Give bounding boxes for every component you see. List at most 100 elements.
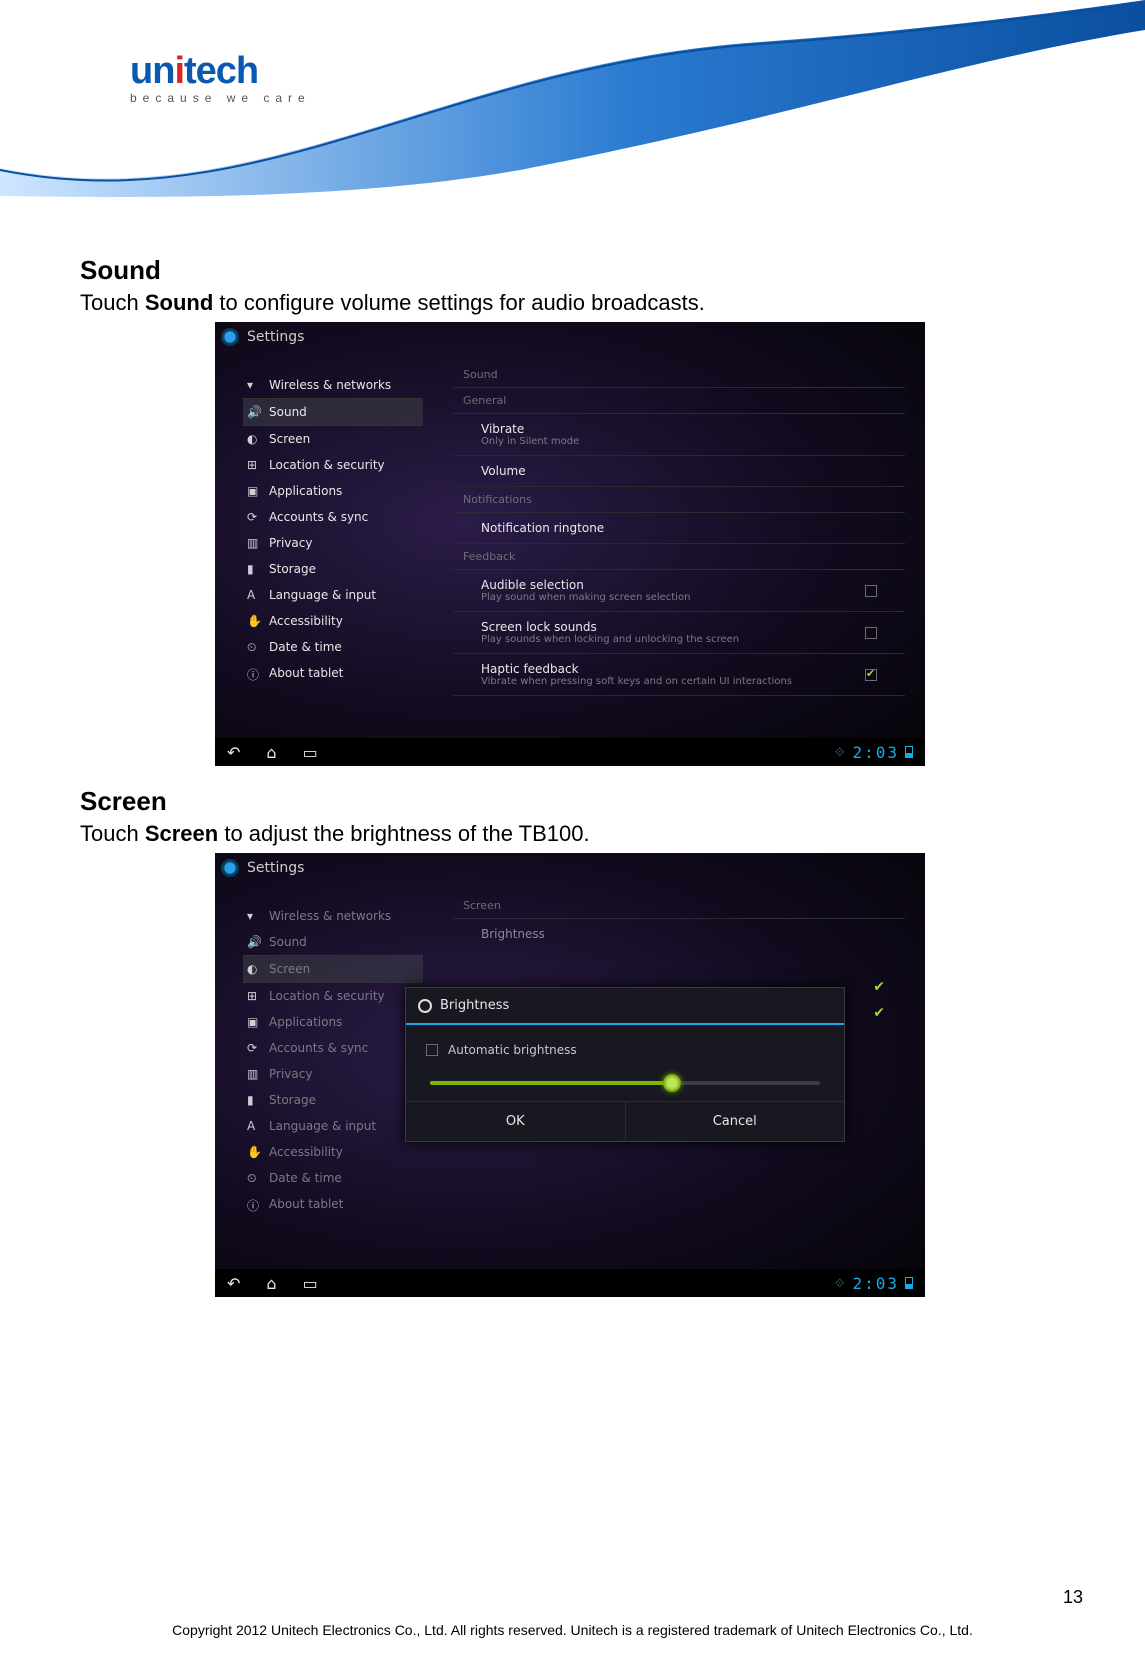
settings-sidebar: ▾Wireless & networks 🔊 Sound ◐ Screen ⊞Locati… (243, 372, 423, 686)
sidebar-item-label: About tablet (269, 666, 343, 680)
window-titlebar: Settings (221, 328, 304, 346)
section-desc-screen: Touch Screen to adjust the brightness of… (80, 821, 1060, 847)
row-vibrate[interactable]: Vibrate Only in Silent mode (453, 414, 905, 456)
brightness-icon (418, 999, 432, 1013)
slider-thumb[interactable] (663, 1074, 681, 1092)
sidebar-item-label: Applications (269, 1015, 342, 1029)
recent-apps-icon[interactable]: ▭ (303, 743, 318, 762)
row-title: Audible selection (481, 578, 690, 592)
sound-icon: 🔊 (247, 405, 261, 419)
brightness-slider[interactable] (430, 1081, 820, 1085)
privacy-icon: ▥ (247, 536, 261, 550)
location-icon: ⊞ (247, 989, 261, 1003)
group-heading-general: General (453, 388, 905, 414)
checkbox[interactable] (865, 627, 877, 639)
auto-brightness-label: Automatic brightness (448, 1043, 577, 1057)
sidebar-item-privacy[interactable]: ▥Privacy (243, 1061, 423, 1087)
sidebar-item-applications[interactable]: ▣Applications (243, 478, 423, 504)
sidebar-item-label: About tablet (269, 1197, 343, 1211)
footer-copyright: Copyright 2012 Unitech Electronics Co., … (0, 1622, 1145, 1638)
home-icon[interactable]: ⌂ (266, 743, 276, 762)
row-brightness[interactable]: Brightness (453, 919, 905, 949)
sidebar-item-label: Privacy (269, 1067, 312, 1081)
row-title: Screen lock sounds (481, 620, 739, 634)
sidebar-item-label: Location & security (269, 989, 385, 1003)
sidebar-item-applications[interactable]: ▣ Applications (243, 1009, 423, 1035)
back-icon[interactable]: ↶ (227, 743, 240, 762)
apps-icon: ▣ (247, 1015, 261, 1029)
sidebar-item-about-tablet[interactable]: ⓘAbout tablet (243, 1191, 423, 1217)
datetime-icon: ⏲ (247, 1171, 261, 1185)
sidebar-item-label: Language & input (269, 588, 376, 602)
sidebar-item-privacy[interactable]: ▥Privacy (243, 530, 423, 556)
settings-gear-icon (221, 328, 239, 346)
back-icon[interactable]: ↶ (227, 1274, 240, 1293)
row-title: Haptic feedback (481, 662, 792, 676)
sidebar-item-language-input[interactable]: A Language & input (243, 582, 423, 608)
row-audible-selection[interactable]: Audible selection Play sound when making… (453, 570, 905, 612)
settings-sidebar: ▾ Wireless & networks 🔊Sound◐Screen ⊞ Locati… (243, 903, 423, 1217)
sync-icon: ⟳ (247, 1041, 261, 1055)
sidebar-item-label: Wireless & networks (269, 909, 391, 923)
system-bar: ↶ ⌂ ▭ ⟐ 2:03 (215, 1269, 925, 1297)
about-icon: ⓘ (247, 666, 261, 680)
sidebar-item-sound[interactable]: 🔊 Sound (243, 398, 423, 426)
screenshot-screen-settings: Settings ▾Wireless & networks🔊Sound◐Scre… (215, 853, 925, 1297)
section-heading-sound: Sound (80, 255, 1060, 286)
sidebar-item-location-security[interactable]: ⊞ Location & security (243, 983, 423, 1009)
row-volume[interactable]: Volume (453, 456, 905, 487)
sidebar-item-label: Screen (269, 432, 310, 446)
check-icon: ✔ (873, 1005, 885, 1021)
checkbox[interactable] (426, 1044, 438, 1056)
sidebar-item-wireless-networks[interactable]: ▾Wireless & networks (243, 372, 423, 398)
sidebar-item-about-tablet[interactable]: ⓘ About tablet (243, 660, 423, 686)
cancel-button[interactable]: Cancel (625, 1102, 845, 1141)
signal-icon (905, 1277, 913, 1289)
row-screen-lock-sounds[interactable]: Screen lock sounds Play sounds when lock… (453, 612, 905, 654)
row-title: Volume (481, 464, 526, 478)
location-icon: ⊞ (247, 458, 261, 472)
accessibility-icon: ✋ (247, 1145, 261, 1159)
wifi-icon: ▾ (247, 909, 261, 923)
sidebar-item-accounts-sync[interactable]: ⟳Accounts & sync (243, 504, 423, 530)
sidebar-item-label: Accounts & sync (269, 510, 368, 524)
sidebar-item-storage[interactable]: ▮Storage (243, 1087, 423, 1113)
sidebar-item-sound[interactable]: 🔊Sound (243, 929, 423, 955)
sidebar-item-accessibility[interactable]: ✋ Accessibility (243, 1139, 423, 1165)
sidebar-item-wireless-networks[interactable]: ▾ Wireless & networks (243, 903, 423, 929)
sidebar-item-accounts-sync[interactable]: ⟳ Accounts & sync (243, 1035, 423, 1061)
sidebar-item-accessibility[interactable]: ✋Accessibility (243, 608, 423, 634)
row-notification-ringtone[interactable]: Notification ringtone (453, 513, 905, 544)
recent-apps-icon[interactable]: ▭ (303, 1274, 318, 1293)
sidebar-item-date-time[interactable]: ⏲Date & time (243, 1165, 423, 1191)
sidebar-item-storage[interactable]: ▮Storage (243, 556, 423, 582)
checkbox[interactable] (865, 585, 877, 597)
sidebar-item-label: Accessibility (269, 1145, 343, 1159)
language-icon: A (247, 1119, 261, 1133)
screen-icon: ◐ (247, 432, 261, 446)
row-title: Brightness (481, 927, 545, 941)
sidebar-item-label: Sound (269, 405, 307, 419)
group-heading-feedback: Feedback (453, 544, 905, 570)
language-icon: A (247, 588, 261, 602)
sidebar-item-screen[interactable]: ◐ Screen (243, 426, 423, 452)
sidebar-item-language-input[interactable]: ALanguage & input (243, 1113, 423, 1139)
sidebar-item-label: Accessibility (269, 614, 343, 628)
ok-button[interactable]: OK (406, 1102, 625, 1141)
auto-brightness-row[interactable]: Automatic brightness (426, 1043, 824, 1057)
settings-panel: Sound General Vibrate Only in Silent mod… (453, 362, 905, 726)
apps-icon: ▣ (247, 484, 261, 498)
storage-icon: ▮ (247, 1093, 261, 1107)
sidebar-item-location-security[interactable]: ⊞Location & security (243, 452, 423, 478)
section-heading-screen: Screen (80, 786, 1060, 817)
home-icon[interactable]: ⌂ (266, 1274, 276, 1293)
sidebar-item-label: Storage (269, 562, 316, 576)
sidebar-item-label: Accounts & sync (269, 1041, 368, 1055)
sidebar-item-date-time[interactable]: ⏲Date & time (243, 634, 423, 660)
bluetooth-icon: ⟐ (835, 745, 846, 760)
checkbox-checked[interactable] (865, 669, 877, 681)
dialog-header: Brightness (406, 988, 844, 1025)
row-haptic-feedback[interactable]: Haptic feedback Vibrate when pressing so… (453, 654, 905, 696)
slider-fill (430, 1081, 672, 1085)
sidebar-item-screen[interactable]: ◐Screen (243, 955, 423, 983)
